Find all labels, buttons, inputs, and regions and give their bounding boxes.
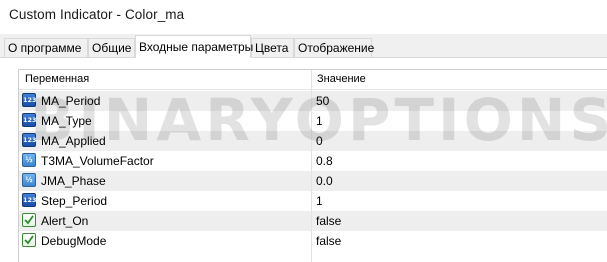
- tab-visualization[interactable]: Отображение: [294, 38, 374, 57]
- param-name: MA_Type: [41, 114, 92, 128]
- int-icon: 123: [22, 113, 37, 127]
- param-name: Step_Period: [41, 194, 108, 208]
- param-name: JMA_Phase: [41, 174, 106, 188]
- window-title: Custom Indicator - Color_ma: [9, 7, 185, 22]
- int-icon: 123: [22, 133, 37, 147]
- int-icon: 123: [22, 193, 37, 207]
- tab-common[interactable]: Общие: [88, 38, 135, 57]
- param-value[interactable]: false: [316, 214, 341, 228]
- param-row[interactable]: DebugMode false: [19, 231, 607, 251]
- parameters-grid: Переменная Значение 123 MA_Period 50 123…: [18, 69, 607, 262]
- param-row[interactable]: 123 MA_Applied 0: [19, 131, 607, 151]
- bool-icon: [22, 233, 36, 247]
- double-icon: ½: [22, 173, 36, 187]
- param-value[interactable]: 0.0: [316, 174, 333, 188]
- param-value[interactable]: 0: [316, 134, 323, 148]
- checkmark-icon: [24, 235, 34, 245]
- column-header-value[interactable]: Значение: [317, 73, 366, 85]
- bool-icon: [22, 213, 36, 227]
- tab-about[interactable]: О программе: [4, 38, 88, 57]
- checkmark-icon: [24, 215, 34, 225]
- param-row[interactable]: 123 Step_Period 1: [19, 191, 607, 211]
- param-value[interactable]: 50: [316, 94, 329, 108]
- param-row[interactable]: Alert_On false: [19, 211, 607, 231]
- title-bar: Custom Indicator - Color_ma: [0, 0, 607, 34]
- param-name: T3MA_VolumeFactor: [41, 154, 154, 168]
- column-divider[interactable]: [311, 70, 312, 262]
- column-header-variable[interactable]: Переменная: [25, 73, 89, 85]
- tab-inputs[interactable]: Входные параметры: [135, 35, 253, 58]
- int-icon: 123: [22, 93, 37, 107]
- param-row[interactable]: 123 MA_Period 50: [19, 91, 607, 111]
- param-name: MA_Period: [41, 94, 101, 108]
- param-value[interactable]: 0.8: [316, 154, 333, 168]
- param-name: DebugMode: [41, 234, 107, 248]
- tab-colors[interactable]: Цвета: [251, 38, 294, 57]
- param-value[interactable]: 1: [316, 114, 323, 128]
- grid-header: Переменная Значение: [19, 70, 607, 90]
- param-row[interactable]: ½ T3MA_VolumeFactor 0.8: [19, 151, 607, 171]
- param-value[interactable]: 1: [316, 194, 323, 208]
- param-value[interactable]: false: [316, 234, 341, 248]
- param-name: MA_Applied: [41, 134, 106, 148]
- param-row[interactable]: ½ JMA_Phase 0.0: [19, 171, 607, 191]
- param-name: Alert_On: [41, 214, 89, 228]
- double-icon: ½: [22, 153, 36, 167]
- param-row[interactable]: 123 MA_Type 1: [19, 111, 607, 131]
